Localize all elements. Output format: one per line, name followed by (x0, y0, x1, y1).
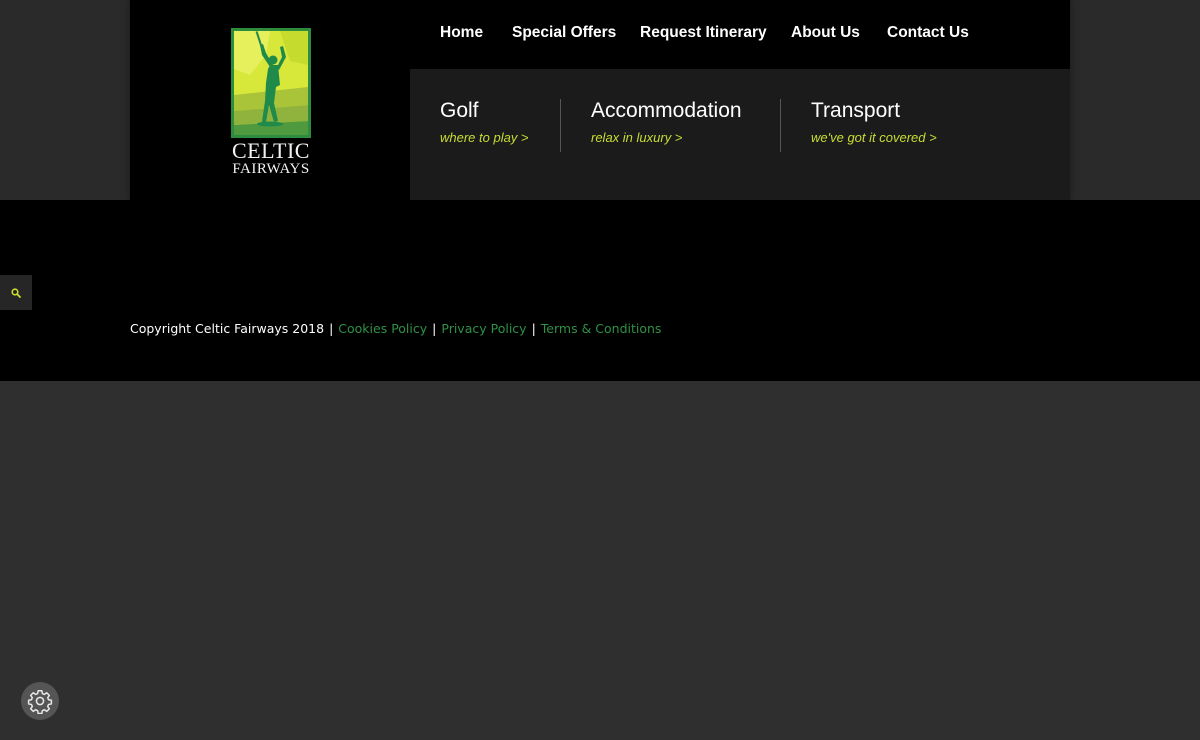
cookie-settings-button[interactable] (21, 682, 59, 720)
category-golf-title: Golf (440, 99, 479, 122)
category-accommodation[interactable]: Accommodation relax in luxury > (591, 98, 742, 145)
nav-about-us[interactable]: About Us (791, 24, 860, 42)
search-icon (11, 287, 21, 298)
category-transport[interactable]: Transport we've got it covered > (811, 98, 937, 145)
golfer-logo-icon (231, 28, 311, 138)
footer-separator: | (531, 321, 536, 336)
category-accommodation-subtitle[interactable]: relax in luxury > (591, 130, 742, 145)
category-golf-subtitle[interactable]: where to play > (440, 130, 529, 145)
nav-special-offers[interactable]: Special Offers (512, 24, 616, 42)
footer-legal: Copyright Celtic Fairways 2018 | Cookies P… (130, 321, 661, 336)
copyright-text: Copyright Celtic Fairways 2018 (130, 321, 325, 336)
logo-panel: CELTIC FAIRWAYS (130, 0, 410, 200)
header-band: CELTIC FAIRWAYS Home Special Offers Requ… (0, 0, 1200, 200)
nav-contact-us[interactable]: Contact Us (887, 24, 969, 42)
footer-band: Copyright Celtic Fairways 2018 | Cookies P… (0, 200, 1200, 381)
privacy-policy-link[interactable]: Privacy Policy (441, 321, 526, 336)
category-transport-title: Transport (811, 99, 901, 122)
search-toggle-button[interactable] (0, 275, 32, 310)
header: CELTIC FAIRWAYS Home Special Offers Requ… (130, 0, 1070, 200)
category-divider (780, 99, 781, 152)
site-logo[interactable]: CELTIC FAIRWAYS (230, 25, 312, 177)
nav-home[interactable]: Home (440, 24, 483, 42)
logo-text-fairways: FAIRWAYS (232, 161, 310, 177)
gear-icon (27, 689, 53, 714)
category-divider (560, 99, 561, 152)
footer-separator: | (329, 321, 334, 336)
category-golf[interactable]: Golf where to play > (440, 98, 529, 145)
category-transport-subtitle[interactable]: we've got it covered > (811, 130, 937, 145)
terms-conditions-link[interactable]: Terms & Conditions (541, 321, 662, 336)
category-accommodation-title: Accommodation (591, 99, 742, 122)
nav-request-itinerary[interactable]: Request Itinerary (640, 24, 767, 42)
cookies-policy-link[interactable]: Cookies Policy (338, 321, 427, 336)
footer-separator: | (432, 321, 437, 336)
top-navigation: Home Special Offers Request Itinerary Ab… (410, 0, 1070, 69)
logo-text-celtic: CELTIC (232, 138, 310, 163)
